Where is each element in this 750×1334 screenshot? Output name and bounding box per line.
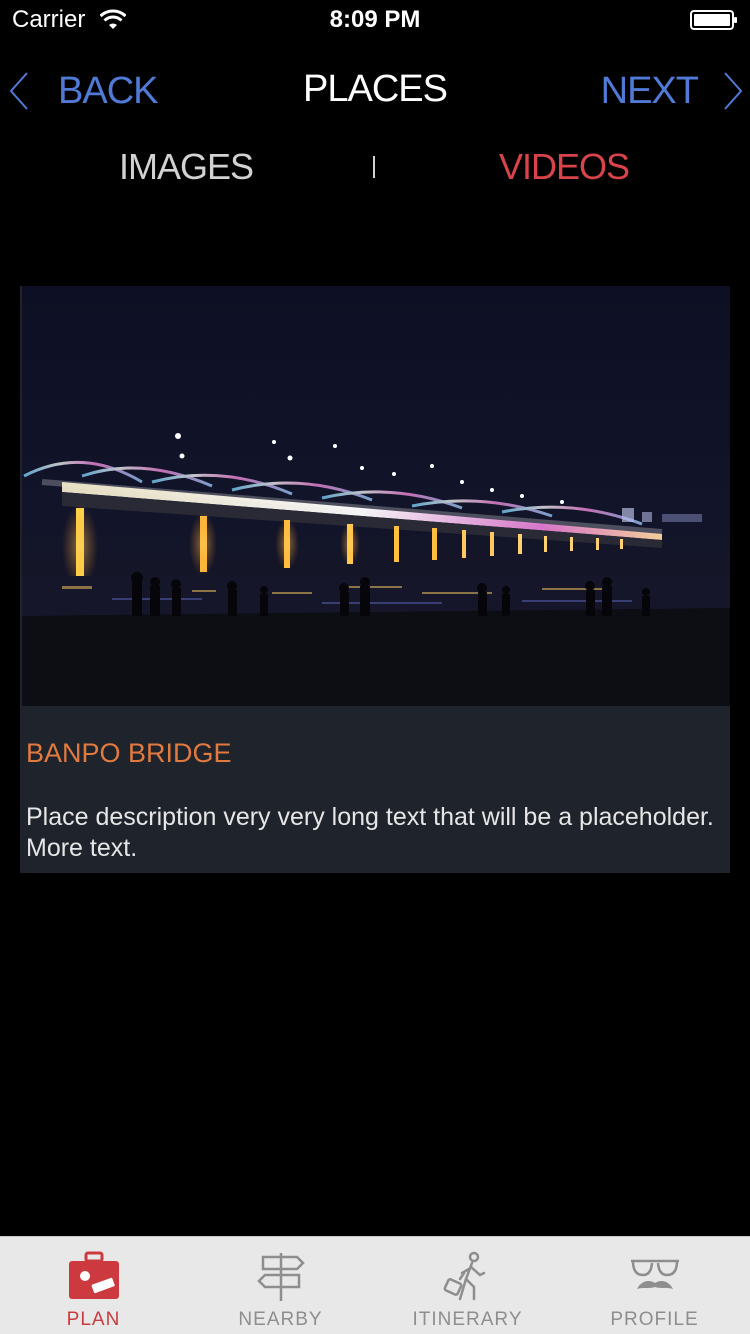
place-name: BANPO BRIDGE [26,738,232,768]
bridge-night-video-frame [22,286,730,706]
tab-profile[interactable]: PROFILE [561,1237,748,1334]
battery-icon [690,10,737,30]
tab-bar: PLAN NEARBY ITINERARY PROFILE [0,1236,750,1334]
next-label: NEXT [600,69,699,112]
video-player[interactable] [22,286,730,706]
status-bar: Carrier 8:09 PM [0,0,750,40]
tab-nearby[interactable]: NEARBY [187,1237,374,1334]
tab-plan[interactable]: PLAN [0,1237,187,1334]
signpost-icon [256,1253,305,1301]
tab-profile-label: PROFILE [610,1309,699,1330]
tab-plan-label: PLAN [66,1309,121,1330]
place-description: Place description very very long text th… [26,803,714,862]
navigation-bar: BACK PLACES NEXT [0,60,750,120]
chevron-right-icon [724,72,743,110]
tab-itinerary-label: ITINERARY [412,1309,523,1330]
status-time: 8:09 PM [329,6,421,33]
next-button[interactable]: NEXT [601,66,744,116]
traveler-icon [443,1251,485,1301]
place-card: BANPO BRIDGE Place description very very… [20,286,730,873]
media-segmented-control: IMAGES VIDEOS [0,140,750,196]
suitcase-icon [68,1251,119,1299]
segment-divider [373,156,375,178]
glasses-mustache-icon [630,1259,679,1289]
tab-images[interactable]: IMAGES [0,146,372,188]
tab-nearby-label: NEARBY [238,1309,323,1330]
tab-itinerary[interactable]: ITINERARY [374,1237,561,1334]
tab-videos[interactable]: VIDEOS [378,146,750,188]
